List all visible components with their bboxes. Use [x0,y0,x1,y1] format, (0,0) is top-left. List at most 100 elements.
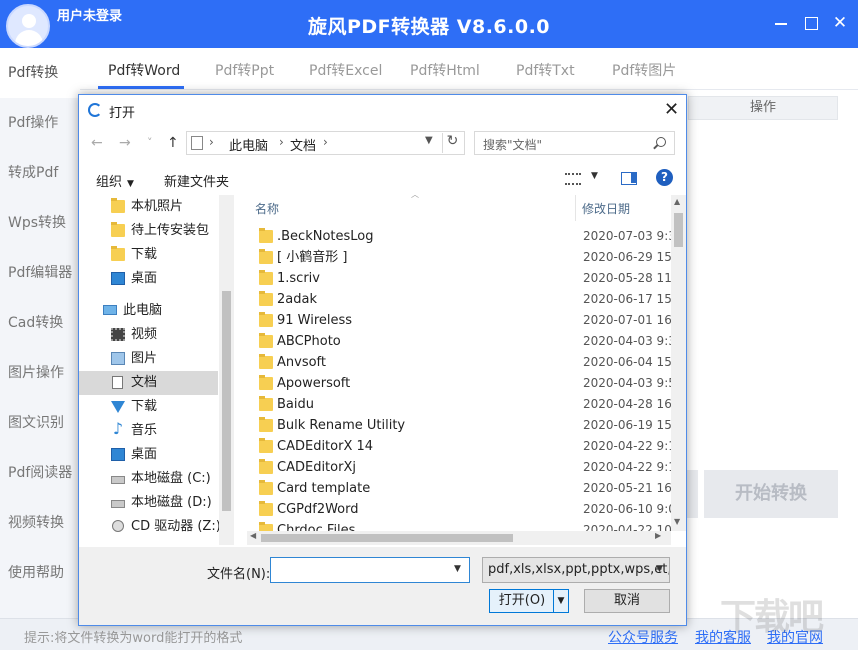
file-list-item[interactable]: CADEditorXj 2020-04-22 9:1 [247,457,671,478]
file-list-item[interactable]: CADEditorX 14 2020-04-22 9:1 [247,436,671,457]
nav-item-drive-d[interactable]: 本地磁盘 (D:) [79,491,218,515]
scroll-right-icon[interactable]: ▶ [655,531,661,540]
recent-locations-icon[interactable]: ˅ [147,136,153,149]
file-list-item[interactable]: Bulk Rename Utility 2020-06-19 15: [247,415,671,436]
back-arrow-icon[interactable]: ← [91,135,103,151]
help-icon[interactable]: ? [656,169,673,186]
file-list-item[interactable]: ABCPhoto 2020-04-03 9:3 [247,331,671,352]
file-name: Bulk Rename Utility [277,418,406,433]
scroll-down-icon[interactable]: ▼ [674,517,680,526]
preview-pane-icon[interactable] [621,172,637,185]
scrollbar-thumb[interactable] [261,534,513,542]
file-type-filter-select[interactable]: pdf,xls,xlsx,ppt,pptx,wps,et,d [482,557,670,583]
sidebar-item-help[interactable]: 使用帮助 [0,548,80,598]
nav-item-videos[interactable]: 视频 [79,323,218,347]
dialog-title-bar: 打开 ✕ [79,95,686,125]
nav-item-drive-c[interactable]: 本地磁盘 (C:) [79,467,218,491]
open-button[interactable]: 打开(O) [489,589,555,613]
sidebar-item-wps-convert[interactable]: Wps转换 [0,198,80,248]
chevron-down-icon[interactable]: ▼ [425,135,433,146]
sidebar-item-ocr[interactable]: 图文识别 [0,398,80,448]
nav-item-pictures[interactable]: 图片 [79,347,218,371]
column-divider[interactable] [575,195,576,221]
sidebar-item-video-convert[interactable]: 视频转换 [0,498,80,548]
view-options-icon[interactable] [565,173,581,185]
tab-pdf-to-html[interactable]: Pdf转Html [410,60,480,80]
tab-pdf-to-excel[interactable]: Pdf转Excel [309,60,382,80]
file-list-vertical-scrollbar[interactable]: ▲ ▼ [671,195,686,531]
sidebar-item-pdf-convert[interactable]: Pdf转换 [0,48,80,98]
chevron-down-icon[interactable]: ▼ [591,171,598,181]
file-list-item[interactable]: Card template 2020-05-21 16: [247,478,671,499]
minimize-button[interactable] [770,12,792,34]
tab-pdf-to-image[interactable]: Pdf转图片 [612,60,676,80]
forward-arrow-icon[interactable]: → [119,135,131,151]
sidebar-item-pdf-reader[interactable]: Pdf阅读器 [0,448,80,498]
nav-item-music[interactable]: ♪ 音乐 [79,419,218,443]
file-list-item[interactable]: [ 小鹤音形 ] 2020-06-29 15: [247,247,671,268]
filename-input[interactable] [270,557,470,583]
file-list-item[interactable]: Baidu 2020-04-28 16: [247,394,671,415]
search-icon[interactable] [656,137,666,147]
chevron-down-icon[interactable]: ▼ [656,564,663,574]
nav-item-desktop[interactable]: 桌面 [79,443,218,467]
refresh-icon[interactable]: ↻ [442,133,462,153]
disk-icon [111,476,125,484]
nav-item-pending-installers[interactable]: 待上传安装包 [79,219,218,243]
sidebar-item-image-operations[interactable]: 图片操作 [0,348,80,398]
nav-item-downloads[interactable]: 下载 [79,395,218,419]
breadcrumb-this-pc[interactable]: 此电脑 [229,135,268,154]
nav-item-local-photos[interactable]: 本机照片 [79,195,218,219]
breadcrumb-documents[interactable]: 文档 [290,135,316,154]
folder-icon [259,291,273,306]
file-list-horizontal-scrollbar[interactable]: ◀ ▶ [247,531,671,545]
cd-icon [112,520,124,532]
sidebar-item-pdf-editor[interactable]: Pdf编辑器 [0,248,80,298]
up-arrow-icon[interactable]: ↑ [167,135,179,151]
file-name: 2adak [277,292,317,307]
file-list-item[interactable]: Anvsoft 2020-06-04 15: [247,352,671,373]
open-options-dropdown[interactable]: ▼ [553,589,569,613]
wechat-service-link[interactable]: 公众号服务 [608,627,678,647]
official-site-link[interactable]: 我的官网 [767,627,823,647]
file-list-item[interactable]: CGPdf2Word 2020-06-10 9:0 [247,499,671,520]
close-button[interactable]: ✕ [829,12,851,34]
nav-item-label: 视频 [131,327,158,342]
nav-pane-scrollbar[interactable] [219,195,234,545]
file-list-item[interactable]: 1.scriv 2020-05-28 11: [247,268,671,289]
tab-pdf-to-txt[interactable]: Pdf转Txt [516,60,575,80]
file-list-item[interactable]: Chrdoc Files 2020-04-22 10: [247,520,671,531]
maximize-button[interactable] [800,12,822,34]
tab-pdf-to-ppt[interactable]: Pdf转Ppt [215,60,274,80]
tab-pdf-to-word[interactable]: Pdf转Word [108,60,180,80]
search-field[interactable]: 搜索"文档" [474,131,675,155]
file-list-item[interactable]: 91 Wireless 2020-07-01 16: [247,310,671,331]
nav-item-desktop-quick[interactable]: 桌面 [79,267,218,291]
organize-button[interactable]: 组织 ▼ [96,171,134,190]
nav-item-cd-drive[interactable]: CD 驱动器 (Z:) [79,515,221,539]
column-header-name[interactable]: 名称 [255,200,279,217]
customer-service-link[interactable]: 我的客服 [695,627,751,647]
folder-icon [259,228,273,243]
column-header-date[interactable]: 修改日期 [582,200,630,217]
scroll-up-icon[interactable]: ▲ [674,197,680,206]
folder-icon [259,375,273,390]
start-convert-button[interactable]: 开始转换 [704,470,838,518]
sidebar-item-pdf-operations[interactable]: Pdf操作 [0,98,80,148]
scrollbar-thumb[interactable] [222,291,231,511]
cancel-button[interactable]: 取消 [584,589,670,613]
nav-item-downloads-folder[interactable]: 下载 [79,243,218,267]
scrollbar-thumb[interactable] [674,213,683,247]
file-list-item[interactable]: 2adak 2020-06-17 15: [247,289,671,310]
nav-item-documents[interactable]: 文档 [79,371,218,395]
scroll-left-icon[interactable]: ◀ [250,531,256,540]
chevron-down-icon[interactable]: ▼ [454,564,461,574]
sidebar-item-to-pdf[interactable]: 转成Pdf [0,148,80,198]
sidebar-item-cad-convert[interactable]: Cad转换 [0,298,80,348]
new-folder-button[interactable]: 新建文件夹 [164,171,229,190]
file-list-item[interactable]: Apowersoft 2020-04-03 9:5 [247,373,671,394]
nav-item-this-pc[interactable]: 此电脑 [79,299,218,323]
file-list-item[interactable]: .BeckNotesLog 2020-07-03 9:3 [247,226,671,247]
address-bar[interactable]: › 此电脑 › 文档 › ▼ ↻ [186,131,465,155]
dialog-close-button[interactable]: ✕ [664,99,679,120]
